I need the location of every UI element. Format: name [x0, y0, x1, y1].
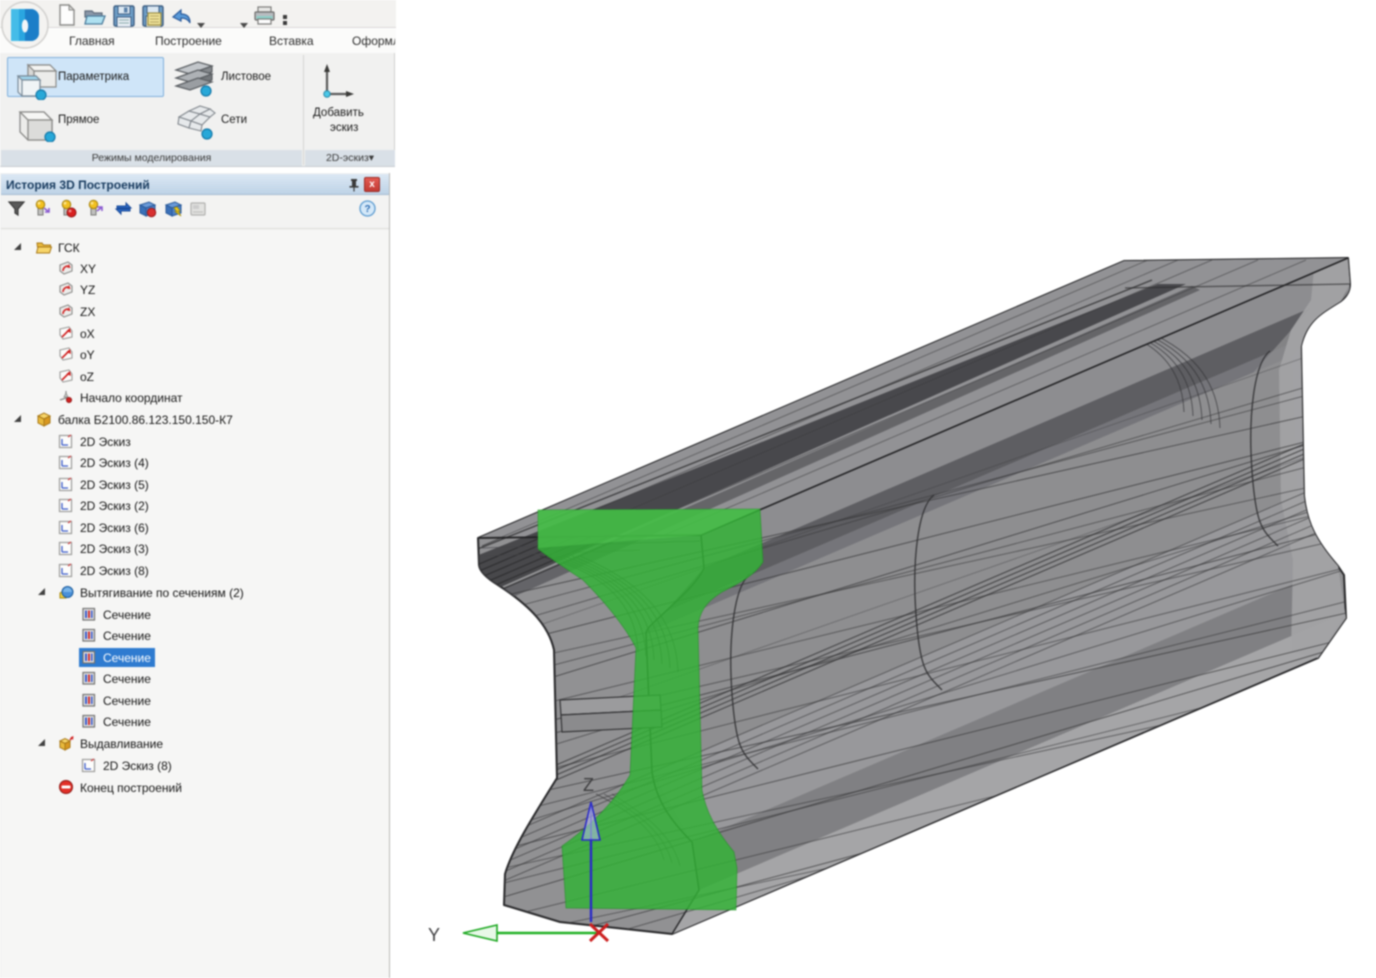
svg-text:Y: Y: [428, 925, 440, 945]
svg-text:Z: Z: [583, 775, 594, 795]
